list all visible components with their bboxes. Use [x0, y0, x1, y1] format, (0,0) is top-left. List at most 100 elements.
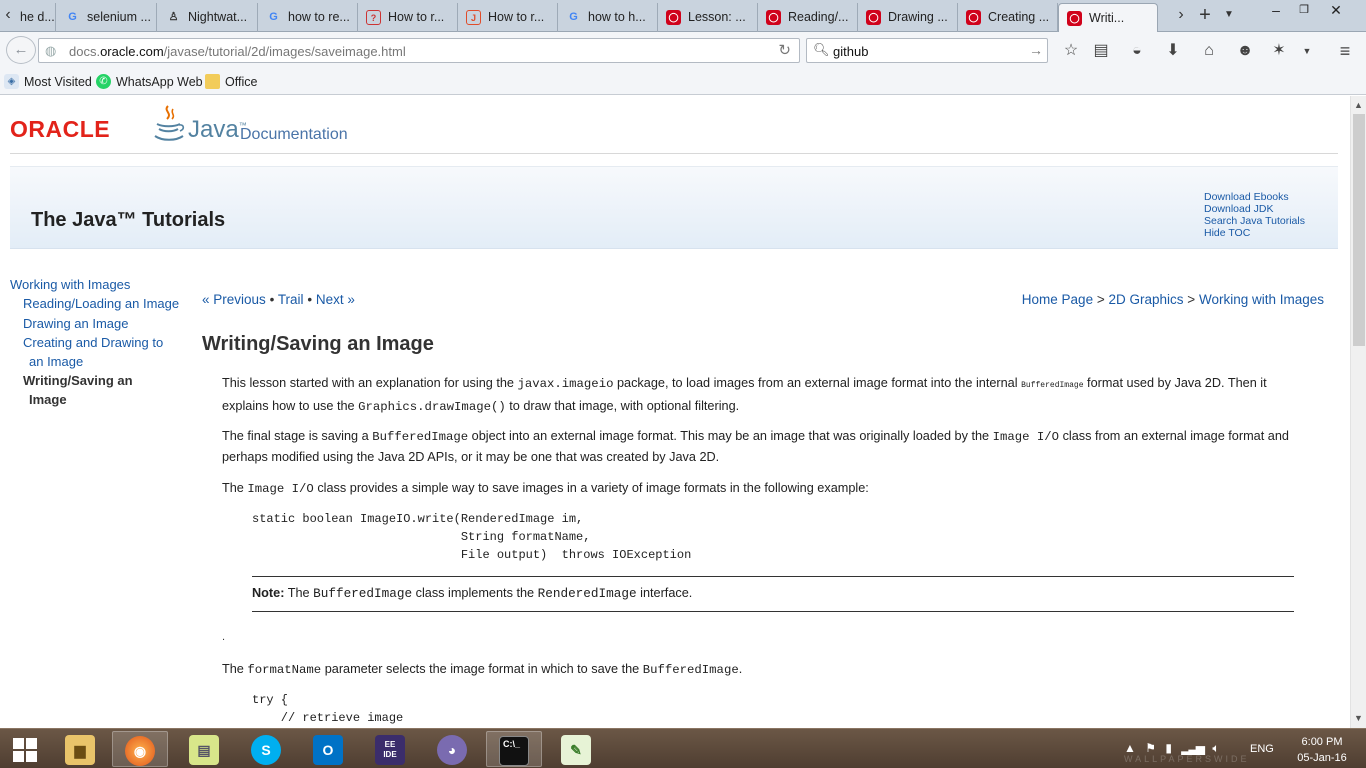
- tab-5[interactable]: J How to r...: [458, 3, 558, 32]
- most-visited-icon: ◈: [4, 74, 19, 89]
- tab-3[interactable]: Ghow to re...: [258, 3, 358, 32]
- list-tabs-icon[interactable]: ▼: [1218, 4, 1240, 28]
- breadcrumb-2d-graphics[interactable]: 2D Graphics: [1109, 292, 1184, 307]
- search-box[interactable]: 🔍︎ github →: [806, 38, 1048, 63]
- note-box: Note: The BufferedImage class implements…: [252, 586, 692, 601]
- start-button[interactable]: [0, 731, 50, 767]
- back-button[interactable]: ←: [6, 36, 36, 64]
- page-navigation: « Previous • Trail • Next »: [202, 292, 355, 307]
- toc-parent-link[interactable]: Working with Images: [10, 275, 130, 294]
- trail-link[interactable]: Trail: [278, 292, 304, 307]
- restore-icon[interactable]: ❐: [1290, 0, 1318, 22]
- downloads-icon[interactable]: ⬇: [1162, 40, 1184, 62]
- stray-dot: .: [222, 631, 226, 643]
- note-bottom-rule: [252, 611, 1294, 612]
- tab-2[interactable]: ♙ Nightwat...: [158, 3, 258, 32]
- google-icon: G: [68, 11, 77, 23]
- text: The: [222, 662, 248, 676]
- download-ebooks-link[interactable]: Download Ebooks: [1204, 191, 1289, 203]
- breadcrumb-working-with-images[interactable]: Working with Images: [1199, 292, 1324, 307]
- inline-code: BufferedImage: [313, 586, 413, 601]
- reading-list-icon[interactable]: ▤: [1090, 40, 1112, 62]
- tab-11-active[interactable]: ◯ Writi...: [1058, 3, 1158, 32]
- bookmark-star-icon[interactable]: ☆: [1060, 40, 1082, 62]
- volume-icon[interactable]: 🔈︎: [1212, 741, 1219, 755]
- bookmark-whatsapp[interactable]: ✆ WhatsApp Web: [96, 74, 203, 89]
- search-input[interactable]: github: [833, 44, 868, 59]
- clock-date: 05-Jan-16: [1297, 752, 1347, 764]
- bookmark-label: Most Visited: [24, 75, 92, 89]
- tab-7[interactable]: ◯ Lesson: ...: [658, 3, 758, 32]
- documentation-label[interactable]: Documentation: [240, 126, 348, 144]
- show-hidden-icons-icon[interactable]: ▲: [1124, 741, 1136, 755]
- reload-icon[interactable]: ↻: [778, 41, 791, 59]
- paragraph-final-stage: The final stage is saving a BufferedImag…: [222, 426, 1312, 467]
- new-tab-icon[interactable]: +: [1194, 4, 1216, 28]
- taskbar-file-explorer[interactable]: ▆: [52, 731, 108, 767]
- search-go-icon[interactable]: →: [1029, 42, 1043, 58]
- bookmark-most-visited[interactable]: ◈ Most Visited: [4, 74, 92, 89]
- taskbar-skype[interactable]: S: [238, 731, 294, 767]
- tab-1[interactable]: Gselenium ...: [57, 3, 157, 32]
- navigation-toolbar: ← ◍ docs.oracle.com/javase/tutorial/2d/i…: [0, 32, 1366, 69]
- tab-10[interactable]: ◯ Creating ...: [958, 3, 1058, 32]
- bookmark-folder-office[interactable]: Office: [205, 74, 257, 89]
- taskbar-firefox[interactable]: ◉: [112, 731, 168, 767]
- battery-icon[interactable]: ▮: [1165, 741, 1172, 755]
- note-label: Note:: [252, 586, 285, 600]
- scroll-up-icon[interactable]: ▲: [1354, 100, 1363, 110]
- taskbar-sticky-notes[interactable]: ▤: [176, 731, 232, 767]
- scroll-tabs-right-icon[interactable]: ›: [1170, 4, 1192, 28]
- extension-dropdown-icon[interactable]: ▼: [1296, 40, 1318, 62]
- tutorial-banner: The Java™ Tutorials Download Ebooks Down…: [10, 166, 1338, 249]
- tab-label: how to h...: [588, 10, 646, 24]
- toc-item-drawing[interactable]: Drawing an Image: [23, 314, 129, 333]
- search-tutorials-link[interactable]: Search Java Tutorials: [1204, 215, 1305, 227]
- taskbar-notepad-plus-plus[interactable]: ✎: [548, 731, 604, 767]
- text: The: [222, 481, 248, 495]
- close-icon[interactable]: ✕: [1322, 0, 1350, 22]
- taskbar-eclipse-ide[interactable]: EE IDE: [362, 731, 418, 767]
- scrollbar-thumb[interactable]: [1353, 114, 1365, 346]
- url-text[interactable]: docs.oracle.com/javase/tutorial/2d/image…: [69, 44, 406, 59]
- tab-strip: ‹ he d... Gselenium ... ♙ Nightwat... Gho…: [0, 0, 1366, 32]
- tab-8[interactable]: ◯ Reading/...: [758, 3, 858, 32]
- toc-item-creating[interactable]: Creating and Drawing to an Image: [23, 333, 163, 371]
- text: to draw that image, with optional filter…: [505, 399, 740, 413]
- hello-chat-icon[interactable]: ☻: [1234, 40, 1256, 62]
- search-icon: 🔍︎: [813, 42, 830, 57]
- inline-code: BufferedImage: [642, 663, 739, 677]
- text: .: [738, 662, 743, 676]
- firefox-icon: ◉: [125, 735, 155, 766]
- extension-icon[interactable]: ✶: [1268, 40, 1290, 62]
- menu-icon[interactable]: ≡: [1334, 40, 1356, 62]
- tab-0[interactable]: he d...: [16, 3, 56, 32]
- code-line: try {: [252, 693, 289, 707]
- network-signal-icon[interactable]: ▂▃▅: [1181, 741, 1205, 755]
- toc-item-reading[interactable]: Reading/Loading an Image: [23, 294, 179, 313]
- hide-toc-link[interactable]: Hide TOC: [1204, 227, 1250, 239]
- breadcrumb-home[interactable]: Home Page: [1022, 292, 1093, 307]
- language-indicator[interactable]: ENG: [1250, 743, 1274, 755]
- tab-9[interactable]: ◯ Drawing ...: [858, 3, 958, 32]
- oracle-logo[interactable]: ORACLE: [10, 116, 110, 143]
- previous-link[interactable]: « Previous: [202, 292, 266, 307]
- pocket-icon[interactable]: ◒: [1126, 40, 1148, 62]
- action-center-flag-icon[interactable]: ⚑: [1145, 741, 1156, 755]
- url-bar[interactable]: ◍ docs.oracle.com/javase/tutorial/2d/ima…: [38, 38, 800, 63]
- vertical-scrollbar[interactable]: ▲ ▼: [1350, 96, 1366, 728]
- nav-separator: •: [307, 292, 313, 307]
- taskbar-command-prompt[interactable]: C:\_: [486, 731, 542, 767]
- taskbar-github[interactable]: ◕: [424, 731, 480, 767]
- taskbar-outlook[interactable]: O: [300, 731, 356, 767]
- tab-4[interactable]: ? How to r...: [358, 3, 458, 32]
- home-icon[interactable]: ⌂: [1198, 40, 1220, 62]
- system-clock[interactable]: 6:00 PM 05-Jan-16: [1290, 734, 1354, 766]
- next-link[interactable]: Next »: [316, 292, 355, 307]
- download-jdk-link[interactable]: Download JDK: [1204, 203, 1273, 215]
- tab-6[interactable]: Ghow to h...: [558, 3, 658, 32]
- java-logo[interactable]: Java™: [188, 116, 247, 144]
- minimize-icon[interactable]: –: [1262, 0, 1290, 22]
- scroll-down-icon[interactable]: ▼: [1354, 713, 1363, 723]
- scroll-tabs-left-icon[interactable]: ‹: [0, 4, 16, 28]
